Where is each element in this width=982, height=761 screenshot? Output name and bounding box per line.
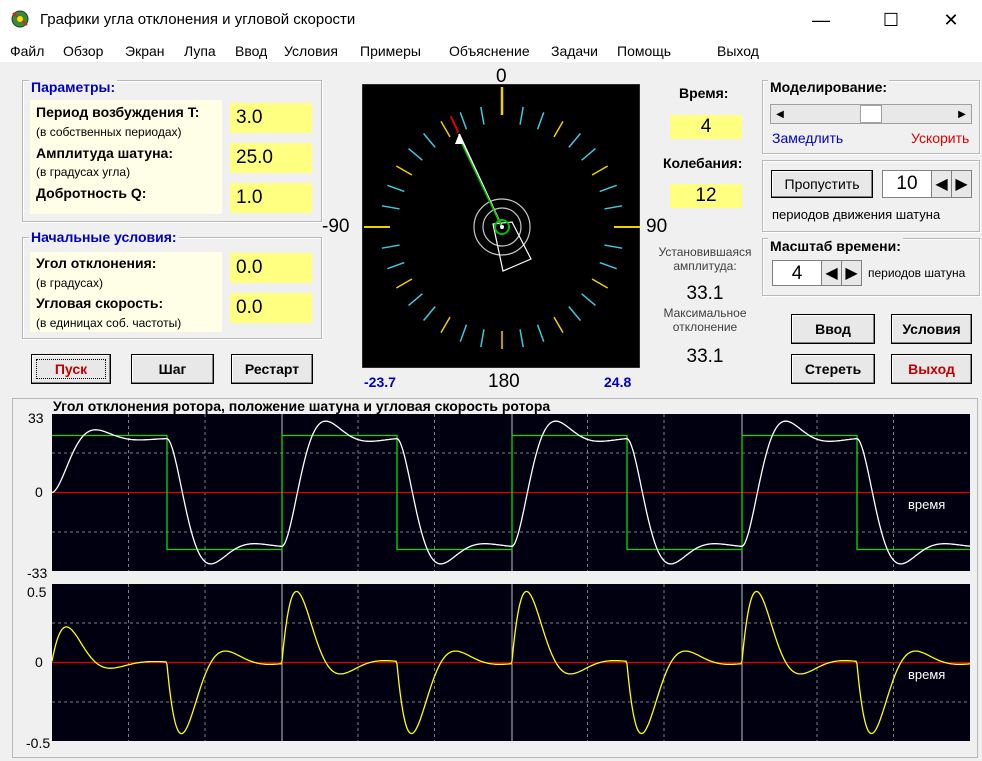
steady-amplitude-value: 33.1 <box>686 283 724 304</box>
q-factor-label: Добротность Q: <box>36 185 147 201</box>
rotor-dial <box>362 84 640 368</box>
time-scale-caption: периодов шатуна <box>868 266 966 280</box>
conditions-button[interactable]: Условия <box>891 314 972 344</box>
menu-screen[interactable]: Экран <box>125 43 165 59</box>
params-title: Параметры: <box>29 79 118 95</box>
period-sublabel: (в собственных периодах) <box>36 125 182 139</box>
angle-label: Угол отклонения: <box>36 255 157 271</box>
velocity-sublabel: (в единицах соб. частоты) <box>36 316 182 330</box>
minimize-button[interactable]: — <box>798 0 844 40</box>
skip-caption: периодов движения шатуна <box>772 207 941 222</box>
dial-label-left: -90 <box>322 216 350 237</box>
window-title: Графики угла отклонения и угловой скорос… <box>40 11 356 28</box>
exit-button[interactable]: Выход <box>891 354 972 384</box>
menu-examples[interactable]: Примеры <box>360 43 421 59</box>
bottom-graph-min-label: -0.5 <box>26 735 51 751</box>
arrow-left-icon: ◀ <box>776 108 784 120</box>
skip-periods-input[interactable]: 10 <box>882 170 932 198</box>
close-icon: ✕ <box>943 9 959 30</box>
close-button[interactable]: ✕ <box>928 0 974 40</box>
maximize-icon: ☐ <box>882 9 900 30</box>
menu-file[interactable]: Файл <box>10 43 44 59</box>
initial-angle-input[interactable]: 0.0 <box>230 253 312 283</box>
oscillations-label: Колебания: <box>663 155 743 171</box>
faster-link[interactable]: Ускорить <box>911 130 969 146</box>
velocity-label: Угловая скорость: <box>36 295 164 311</box>
skip-button[interactable]: Пропустить <box>771 170 873 198</box>
menu-magnifier[interactable]: Лупа <box>184 43 216 59</box>
angle-graph-time-label: время <box>908 497 945 512</box>
speed-slider-left[interactable]: ◀ <box>771 105 789 123</box>
restart-button[interactable]: Рестарт <box>231 354 313 384</box>
bottom-graph-zero-label: 0 <box>35 654 43 670</box>
slower-link[interactable]: Замедлить <box>772 130 843 146</box>
initial-conditions-title: Начальные условия: <box>29 229 179 245</box>
dial-min-value: -23.7 <box>364 374 396 390</box>
step-button[interactable]: Шаг <box>131 354 214 384</box>
triangle-left-icon: ◀ <box>825 265 838 282</box>
time-label: Время: <box>679 85 729 101</box>
period-input[interactable]: 3.0 <box>230 103 312 133</box>
time-scale-title: Масштаб времени: <box>768 238 903 254</box>
dial-label-right: 90 <box>646 216 668 237</box>
top-graph-min-label: -33 <box>27 565 48 581</box>
menu-bar: Файл Обзор Экран Лупа Ввод Условия Приме… <box>0 40 982 62</box>
maximize-button[interactable]: ☐ <box>868 0 914 40</box>
amplitude-sublabel: (в градусах угла) <box>36 165 131 179</box>
skip-increment-button[interactable]: ▶ <box>951 170 972 198</box>
simulation-title: Моделирование: <box>768 79 890 95</box>
amplitude-label: Амплитуда шатуна: <box>36 145 173 161</box>
velocity-graph-time-label: время <box>908 667 945 682</box>
menu-explanation[interactable]: Объяснение <box>449 43 530 59</box>
scale-decrement-button[interactable]: ◀ <box>821 260 842 286</box>
top-graph-max-label: 33 <box>28 410 44 426</box>
app-icon <box>11 10 29 28</box>
velocity-graph: время <box>52 584 970 741</box>
angle-graph: время <box>52 414 970 571</box>
triangle-right-icon: ▶ <box>845 265 858 282</box>
max-deviation-label: Максимальное отклонение <box>663 306 747 334</box>
angle-sublabel: (в градусах) <box>36 276 103 290</box>
top-graph-zero-label: 0 <box>35 484 43 500</box>
oscillations-value: 12 <box>670 184 742 208</box>
period-label: Период возбуждения T: <box>36 104 200 120</box>
steady-amplitude-label: Установившаяся амплитуда: <box>658 245 752 273</box>
menu-conditions[interactable]: Условия <box>284 43 338 59</box>
triangle-right-icon: ▶ <box>955 176 968 193</box>
initial-velocity-input[interactable]: 0.0 <box>230 293 312 323</box>
menu-view[interactable]: Обзор <box>63 43 103 59</box>
graphs-title: Угол отклонения ротора, положение шатуна… <box>53 398 551 414</box>
minimize-icon: — <box>812 9 830 30</box>
menu-help[interactable]: Помощь <box>617 43 671 59</box>
amplitude-input[interactable]: 25.0 <box>230 143 312 173</box>
menu-tasks[interactable]: Задачи <box>551 43 598 59</box>
time-value: 4 <box>670 115 742 139</box>
title-bar: Графики угла отклонения и угловой скорос… <box>0 0 982 40</box>
time-scale-input[interactable]: 4 <box>772 260 822 286</box>
triangle-left-icon: ◀ <box>935 176 948 193</box>
max-deviation-value: 33.1 <box>686 346 724 367</box>
dial-label-bottom: 180 <box>488 371 520 392</box>
q-factor-input[interactable]: 1.0 <box>230 183 312 213</box>
menu-exit[interactable]: Выход <box>717 43 759 59</box>
speed-slider-right[interactable]: ▶ <box>953 105 971 123</box>
skip-decrement-button[interactable]: ◀ <box>931 170 952 198</box>
scale-increment-button[interactable]: ▶ <box>841 260 862 286</box>
bottom-graph-max-label: 0.5 <box>27 584 47 600</box>
speed-slider-thumb[interactable] <box>860 105 882 123</box>
rotor-center <box>500 225 504 229</box>
arrow-right-icon: ▶ <box>958 108 966 120</box>
dial-max-value: 24.8 <box>604 374 632 390</box>
start-button[interactable]: Пуск <box>31 354 111 384</box>
menu-input[interactable]: Ввод <box>235 43 267 59</box>
erase-button[interactable]: Стереть <box>791 354 875 384</box>
speed-slider[interactable]: ◀ ▶ <box>770 104 972 124</box>
input-button[interactable]: Ввод <box>791 314 875 344</box>
